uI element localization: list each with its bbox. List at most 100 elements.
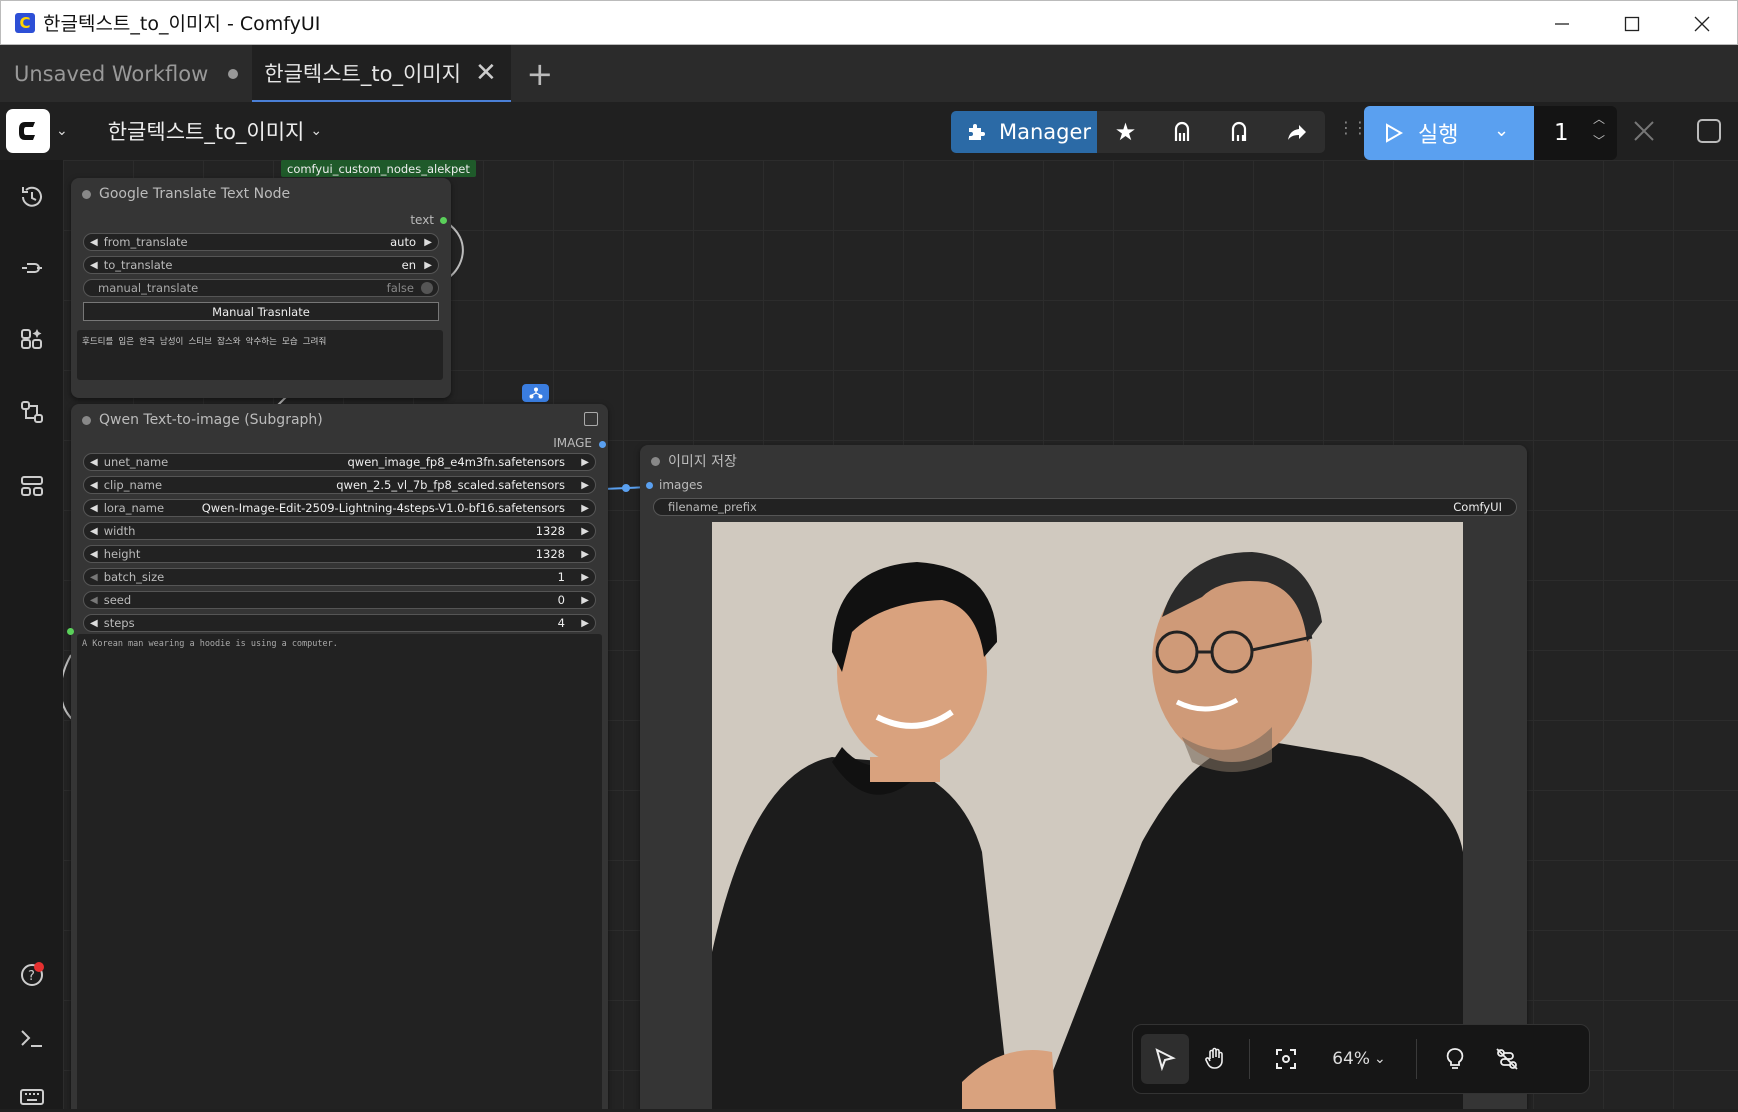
share-button[interactable]: [1268, 111, 1325, 153]
output-label-text: text: [410, 213, 434, 227]
toggle-links-button[interactable]: [1481, 1034, 1533, 1084]
manual-translate-button[interactable]: Manual Trasnlate: [83, 302, 439, 321]
pan-mode-button[interactable]: [1189, 1034, 1241, 1084]
pointer-arrow-icon: [1155, 1048, 1176, 1071]
maximize-icon: [1624, 16, 1640, 31]
star-icon: ★: [1114, 118, 1137, 146]
zoom-level-dropdown[interactable]: 64% ⌄: [1314, 1034, 1404, 1084]
share-arrow-icon: [1287, 125, 1306, 140]
logo-menu-chevron-icon[interactable]: ⌄: [56, 123, 68, 139]
minimize-icon: [1555, 22, 1569, 25]
minimize-button[interactable]: [1527, 1, 1597, 46]
output-slot-image[interactable]: [599, 441, 606, 448]
keyboard-shortcuts-icon[interactable]: [17, 1082, 47, 1112]
tab-label: Unsaved Workflow: [14, 61, 209, 86]
node-title: Qwen Text-to-image (Subgraph): [71, 404, 608, 436]
canvas-controls-bar: 64% ⌄: [1132, 1024, 1590, 1094]
toggle-knob-icon: [421, 282, 433, 294]
decrement-chevron-down-icon[interactable]: ﹀: [1593, 132, 1605, 149]
qwen-text-to-image-node[interactable]: Qwen Text-to-image (Subgraph) IMAGE ◀ une…: [67, 404, 608, 1109]
run-label: 실행: [1418, 123, 1459, 148]
run-button-group: 실행 ⌄ 1 ︿ ﹀: [1364, 106, 1617, 160]
output-label-image: IMAGE: [553, 436, 592, 450]
tab-hangul-text-to-image[interactable]: 한글텍스트_to_이미지 ✕: [252, 45, 511, 102]
from-translate-combo[interactable]: ◀ from_translate auto ▶: [83, 233, 439, 251]
unsaved-dot-icon: [228, 68, 239, 79]
subgraph-badge-icon[interactable]: [522, 384, 549, 402]
height-number[interactable]: ◀ height 1328 ▶: [83, 545, 596, 563]
plus-icon: +: [526, 54, 554, 93]
chevron-down-icon: ⌄: [1374, 1051, 1386, 1067]
svg-text:?: ?: [28, 969, 35, 984]
node-library-icon[interactable]: [17, 253, 47, 283]
close-window-button[interactable]: [1667, 1, 1737, 46]
toggle-panel-button[interactable]: [1696, 118, 1722, 148]
workflow-name-menu[interactable]: 한글텍스트_to_이미지: [108, 116, 305, 146]
tab-close-icon[interactable]: ✕: [475, 58, 497, 88]
comfyui-app-icon: C: [15, 12, 35, 33]
workflow-menu-chevron-icon[interactable]: ⌄: [310, 123, 322, 139]
output-slot-text[interactable]: [440, 217, 447, 224]
input-slot-text[interactable]: [67, 628, 74, 635]
graph-canvas[interactable]: comfyui_custom_nodes_alekpet Google Tran…: [63, 160, 1738, 1109]
expand-subgraph-icon[interactable]: [584, 412, 598, 426]
terminal-icon[interactable]: [17, 1023, 47, 1053]
seed-number[interactable]: ◀ seed 0 ▶: [83, 591, 596, 609]
zoom-level-value: 64%: [1332, 1049, 1371, 1069]
favorites-button[interactable]: ★: [1097, 111, 1154, 153]
puzzle-icon: [969, 124, 985, 140]
manual-translate-toggle[interactable]: manual_translate false: [83, 279, 439, 297]
model-downloader-button[interactable]: [1154, 111, 1211, 153]
fit-view-button[interactable]: [1258, 1034, 1314, 1084]
node-branch-icon: [1174, 121, 1189, 141]
close-icon: [1694, 16, 1710, 31]
close-icon: [1634, 121, 1654, 141]
tab-unsaved-workflow[interactable]: Unsaved Workflow: [0, 45, 252, 102]
node-title: 이미지 저장: [640, 445, 1527, 477]
input-slot-images[interactable]: [646, 482, 653, 489]
main-toolbar: ⌄ 한글텍스트_to_이미지 ⌄ Manager ★ ⋮⋮ 실행 ⌄ 1 ︿ ﹀: [0, 102, 1738, 160]
select-mode-button[interactable]: [1141, 1034, 1189, 1084]
manager-label: Manager: [999, 120, 1092, 144]
hide-links-icon: [1496, 1048, 1518, 1070]
batch-count-stepper[interactable]: 1 ︿ ﹀: [1534, 106, 1617, 160]
lora-name-combo[interactable]: ◀ lora_name Qwen-Image-Edit-2509-Lightnin…: [83, 499, 596, 517]
divider: [1249, 1039, 1250, 1079]
generated-image-preview[interactable]: [712, 522, 1463, 1109]
batch-size-number[interactable]: ◀ batch_size 1 ▶: [83, 568, 596, 586]
help-icon[interactable]: ?: [17, 960, 47, 990]
node-branch-alt-icon: [1231, 121, 1246, 141]
unet-name-combo[interactable]: ◀ unet_name qwen_image_fp8_e4m3fn.safeten…: [83, 453, 596, 471]
clip-name-combo[interactable]: ◀ clip_name qwen_2.5_vl_7b_fp8_scaled.saf…: [83, 476, 596, 494]
filename-prefix-input[interactable]: filename_prefix ComfyUI: [653, 498, 1517, 516]
group-label: comfyui_custom_nodes_alekpet: [281, 160, 476, 177]
workflows-icon[interactable]: [17, 397, 47, 427]
run-options-chevron-icon[interactable]: ⌄: [1494, 120, 1509, 141]
batch-count-value: 1: [1554, 120, 1569, 146]
steps-number[interactable]: ◀ steps 4 ▶: [83, 614, 596, 632]
left-sidebar: ?: [0, 160, 63, 1109]
maximize-button[interactable]: [1597, 1, 1667, 46]
cancel-run-button[interactable]: [1632, 119, 1656, 147]
input-label-images: images: [659, 478, 703, 492]
toggle-minimap-button[interactable]: [1429, 1034, 1481, 1084]
add-tab-button[interactable]: +: [511, 45, 569, 102]
width-number[interactable]: ◀ width 1328 ▶: [83, 522, 596, 540]
save-image-node[interactable]: 이미지 저장 images filename_prefix ComfyUI: [640, 445, 1527, 1109]
window-titlebar: C 한글텍스트_to_이미지 - ComfyUI: [0, 0, 1738, 45]
model-library-icon[interactable]: [17, 325, 47, 355]
increment-chevron-up-icon[interactable]: ︿: [1593, 110, 1605, 127]
google-translate-node[interactable]: Google Translate Text Node text ◀ from_tr…: [71, 178, 451, 398]
comfy-logo-icon[interactable]: [6, 109, 50, 153]
prompt-text-input[interactable]: A Korean man wearing a hoodie is using a…: [77, 634, 602, 1109]
to-translate-combo[interactable]: ◀ to_translate en ▶: [83, 256, 439, 274]
play-icon: [1386, 123, 1404, 143]
manager-button[interactable]: Manager: [951, 111, 1097, 153]
toolbar-action-group: Manager ★: [951, 111, 1325, 153]
history-icon[interactable]: [17, 182, 47, 212]
drag-handle-icon[interactable]: ⋮⋮: [1338, 118, 1368, 137]
model-manager-button[interactable]: [1211, 111, 1268, 153]
templates-icon[interactable]: [17, 471, 47, 501]
run-queue-button[interactable]: 실행 ⌄: [1364, 106, 1534, 160]
source-text-input[interactable]: 후드티를 입은 한국 남성이 스티브 잡스와 악수하는 모습 그려줘: [77, 330, 443, 380]
